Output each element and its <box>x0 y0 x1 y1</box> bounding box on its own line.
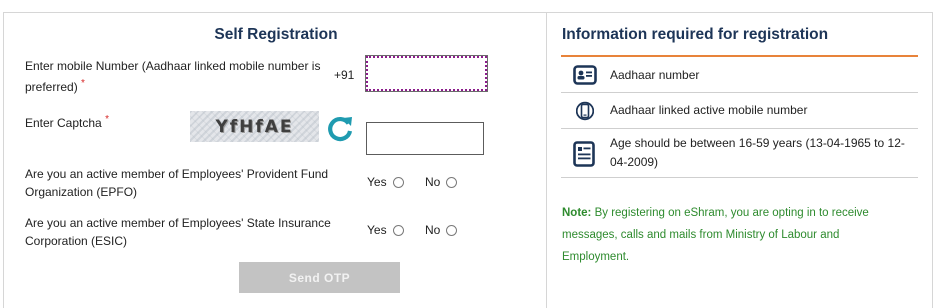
esic-no-radio[interactable] <box>446 224 458 236</box>
captcha-input[interactable] <box>366 122 484 155</box>
captcha-image: YfHfAE <box>190 111 319 142</box>
mobile-number-input[interactable] <box>365 55 488 92</box>
self-registration-title: Self Registration <box>214 26 338 43</box>
epfo-question: Are you an active member of Employees' P… <box>25 167 329 199</box>
mobile-phone-icon <box>576 101 594 121</box>
info-title: Information required for registration <box>562 26 829 43</box>
info-item-text: Age should be between 16-59 years (13-04… <box>610 136 905 169</box>
info-item-text: Aadhaar number <box>610 68 700 82</box>
epfo-no-option[interactable]: No <box>425 175 458 189</box>
captcha-text: YfHfAE <box>215 116 294 137</box>
epfo-no-label: No <box>425 175 441 189</box>
note-prefix: Note: <box>562 207 592 219</box>
epfo-yes-label: Yes <box>367 175 387 189</box>
info-item-aadhaar: Aadhaar number <box>561 59 918 93</box>
title-divider <box>561 55 918 57</box>
note-text: By registering on eShram, you are opting… <box>562 207 869 263</box>
required-asterisk: * <box>81 78 85 89</box>
esic-yes-radio[interactable] <box>392 224 404 236</box>
send-otp-button[interactable]: Send OTP <box>239 262 400 293</box>
mobile-number-label-text: Enter mobile Number (Aadhaar linked mobi… <box>25 59 321 94</box>
registration-note: Note: By registering on eShram, you are … <box>562 202 902 268</box>
country-code: +91 <box>334 68 355 82</box>
captcha-label: Enter Captcha * <box>25 111 109 132</box>
info-item-text: Aadhaar linked active mobile number <box>610 103 808 117</box>
esic-yes-option[interactable]: Yes <box>367 223 404 237</box>
epfo-yes-option[interactable]: Yes <box>367 175 404 189</box>
refresh-captcha-icon[interactable] <box>326 114 354 142</box>
esic-no-option[interactable]: No <box>425 223 458 237</box>
captcha-label-text: Enter Captcha <box>25 116 102 130</box>
required-asterisk: * <box>105 114 109 125</box>
esic-yes-label: Yes <box>367 223 387 237</box>
esic-no-label: No <box>425 223 441 237</box>
id-card-icon <box>573 65 597 85</box>
epfo-yes-radio[interactable] <box>392 176 404 188</box>
info-item-mobile: Aadhaar linked active mobile number <box>561 93 918 129</box>
document-icon <box>573 141 595 167</box>
self-registration-panel: Self Registration Enter mobile Number (A… <box>3 12 547 308</box>
registration-info-panel: Information required for registration Aa… <box>547 12 933 308</box>
info-item-age: Age should be between 16-59 years (13-04… <box>561 129 918 178</box>
epfo-no-radio[interactable] <box>446 176 458 188</box>
mobile-number-label: Enter mobile Number (Aadhaar linked mobi… <box>25 57 325 96</box>
esic-question: Are you an active member of Employees' S… <box>25 216 331 248</box>
